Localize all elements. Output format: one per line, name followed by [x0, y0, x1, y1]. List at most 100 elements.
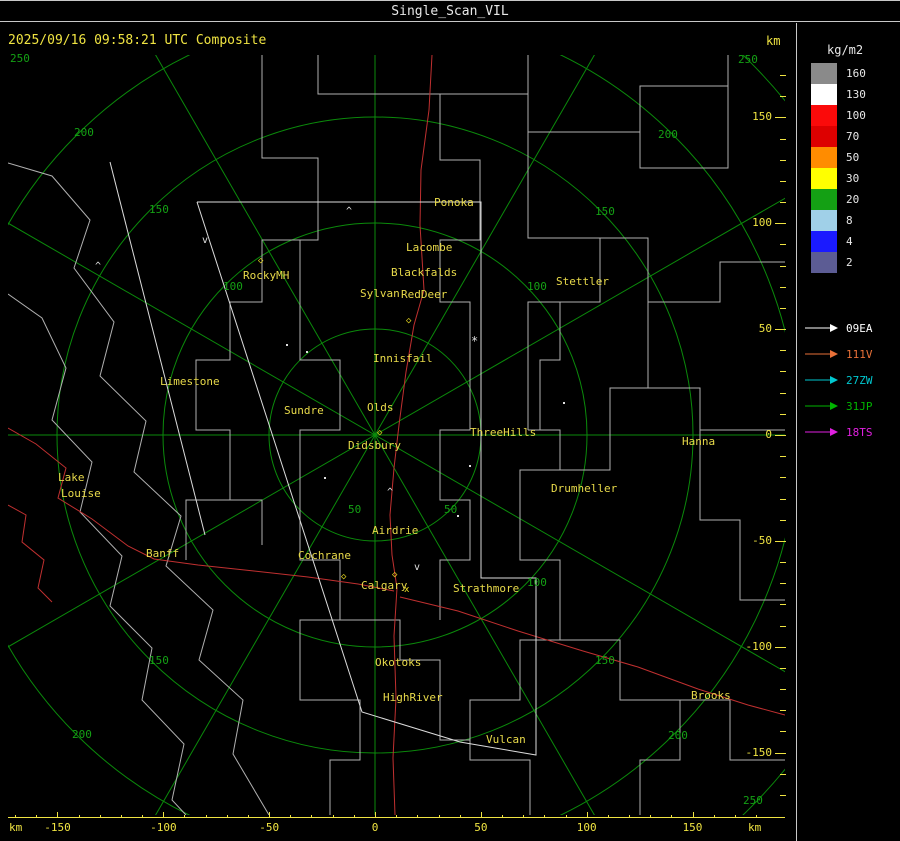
bottom-axis-minor-tick — [78, 815, 80, 818]
bottom-axis-label: -50 — [259, 821, 280, 834]
right-axis-tick — [775, 646, 786, 648]
right-axis-minor-tick — [780, 498, 786, 500]
scale-swatch — [811, 63, 837, 84]
right-axis-minor-tick — [780, 583, 786, 585]
bottom-axis-minor-tick — [332, 815, 334, 818]
scale-entry: 2 — [811, 252, 866, 273]
scale-swatch — [811, 168, 837, 189]
right-axis-label: 0 — [765, 428, 772, 441]
right-axis-minor-tick — [780, 265, 786, 267]
right-axis-minor-tick — [780, 794, 786, 796]
bottom-axis-tick — [269, 812, 271, 818]
right-axis-minor-tick — [780, 286, 786, 288]
scale-value: 20 — [846, 193, 860, 206]
right-axis-minor-tick — [780, 731, 786, 733]
bottom-axis-tick — [375, 812, 376, 818]
scale-swatch — [811, 189, 837, 210]
bottom-axis-minor-tick — [502, 815, 503, 818]
bottom-axis-minor-tick — [353, 815, 355, 818]
scale-value: 130 — [846, 88, 866, 101]
bottom-axis-minor-tick — [311, 815, 313, 818]
track-entry: 31JP — [805, 393, 873, 419]
track-id: 27ZW — [846, 373, 873, 387]
track-entry: 27ZW — [805, 367, 873, 393]
range-rings — [8, 55, 785, 815]
bottom-axis-tick — [480, 812, 482, 818]
track-id: 09EA — [846, 321, 873, 335]
bottom-axis-label: 50 — [474, 821, 488, 834]
bottom-axis-minor-tick — [607, 815, 609, 818]
bottom-axis-minor-tick — [396, 815, 398, 818]
bottom-axis-minor-tick — [290, 815, 292, 818]
scale-swatch — [811, 252, 837, 273]
right-axis-tick — [775, 540, 786, 542]
bottom-axis-minor-tick — [523, 815, 525, 818]
right-axis-minor-tick — [780, 180, 786, 182]
bottom-axis-minor-tick — [247, 815, 249, 818]
track-id: 18TS — [846, 425, 873, 439]
bottom-axis-minor-tick — [713, 815, 715, 818]
right-axis-minor-tick — [780, 689, 786, 690]
scale-entry: 160 — [811, 63, 866, 84]
bottom-axis-tick — [692, 812, 694, 818]
right-axis-minor-tick — [780, 413, 786, 415]
scale-value: 2 — [846, 256, 853, 269]
legend-panel: kg/m2 160 130 100 70 50 30 20 8 4 2 09EA 111V 27ZW 3… — [796, 23, 900, 841]
scale-swatch — [811, 210, 837, 231]
scale-entry: 50 — [811, 147, 866, 168]
right-axis-minor-tick — [780, 562, 786, 563]
right-axis-minor-tick — [780, 371, 786, 373]
bottom-axis-minor-tick — [226, 815, 228, 818]
scale-value: 8 — [846, 214, 853, 227]
scale-entry: 20 — [811, 189, 866, 210]
right-axis-minor-tick — [780, 350, 786, 352]
right-axis-minor-tick — [780, 138, 786, 140]
scale-entry: 130 — [811, 84, 866, 105]
bottom-axis-minor-tick — [459, 815, 461, 818]
right-axis-label: 150 — [752, 110, 772, 124]
track-arrow-icon — [805, 428, 838, 436]
scale-value: 100 — [846, 109, 866, 122]
bottom-axis-tick — [57, 812, 59, 818]
scale-value: 50 — [846, 151, 860, 164]
right-axis-label: -150 — [745, 745, 773, 759]
right-axis-minor-tick — [780, 477, 786, 479]
map-canvas[interactable] — [0, 0, 900, 841]
right-axis-minor-tick — [780, 710, 786, 712]
bottom-axis-label: 0 — [371, 821, 379, 834]
track-arrow-icon — [805, 402, 838, 410]
right-axis-minor-tick — [780, 519, 786, 521]
track-id: 31JP — [846, 399, 873, 413]
bottom-axis-minor-tick — [629, 815, 630, 818]
bottom-axis-minor-tick — [120, 815, 122, 818]
right-axis-minor-tick — [780, 392, 786, 394]
track-entry: 111V — [805, 341, 873, 367]
scale-entry: 4 — [811, 231, 866, 252]
color-scale: 160 130 100 70 50 30 20 8 4 2 — [811, 63, 866, 273]
right-axis-tick — [775, 329, 786, 331]
track-arrow-icon — [805, 324, 838, 332]
bottom-axis-label: -100 — [150, 821, 177, 834]
right-axis-minor-tick — [780, 307, 786, 309]
track-arrow-icon — [805, 376, 838, 384]
bottom-axis-minor-tick — [205, 815, 207, 818]
bottom-axis-minor-tick — [650, 815, 652, 818]
bottom-axis-tick — [586, 812, 588, 818]
track-legend: 09EA 111V 27ZW 31JP 18TS — [805, 315, 873, 445]
track-entry: 18TS — [805, 419, 873, 445]
bottom-axis-minor-tick — [15, 815, 17, 818]
scale-value: 30 — [846, 172, 860, 185]
scale-entry: 8 — [811, 210, 866, 231]
bottom-axis-label: 100 — [576, 821, 597, 834]
bottom-axis-minor-tick — [671, 815, 673, 818]
bottom-axis-minor-tick — [544, 815, 546, 818]
scale-value: 70 — [846, 130, 860, 143]
bottom-axis-unit-left: km — [9, 821, 23, 834]
scale-entry: 70 — [811, 126, 866, 147]
bottom-axis-minor-tick — [417, 815, 419, 818]
bottom-axis-minor-tick — [734, 815, 736, 818]
bottom-axis-unit-right: km — [748, 821, 762, 834]
scale-swatch — [811, 231, 837, 252]
right-axis-tick — [775, 117, 786, 119]
right-axis-minor-tick — [780, 625, 786, 627]
